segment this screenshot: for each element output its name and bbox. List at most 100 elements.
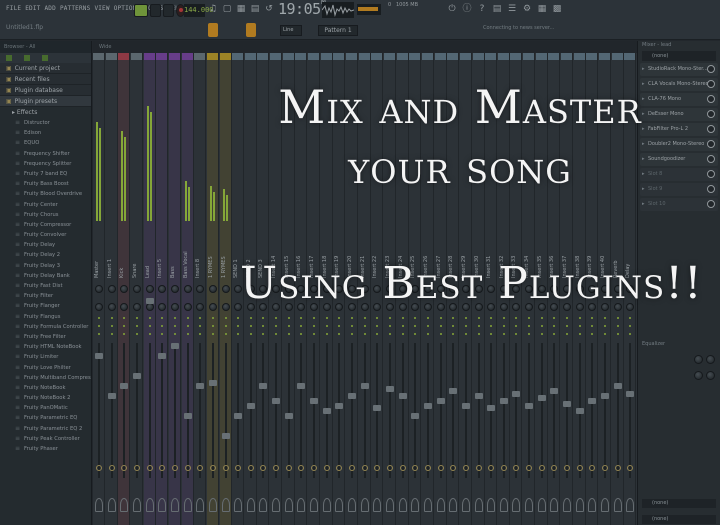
route-indicator[interactable] bbox=[540, 333, 543, 335]
route-indicator[interactable] bbox=[110, 333, 113, 335]
plugin-list-item[interactable]: Frequency Shifter bbox=[0, 149, 91, 159]
fx-slot-icon[interactable] bbox=[613, 498, 622, 512]
fx-slot-icon[interactable] bbox=[95, 498, 103, 512]
route-indicator[interactable] bbox=[287, 317, 290, 319]
send-switch[interactable] bbox=[121, 465, 128, 471]
plugin-list-item[interactable]: Edison bbox=[0, 128, 91, 138]
volume-fader[interactable] bbox=[208, 380, 217, 386]
plugin-list-item[interactable]: Fruity Delay 2 bbox=[0, 250, 91, 260]
route-indicator[interactable] bbox=[591, 325, 594, 327]
stereo-knob[interactable] bbox=[170, 303, 179, 311]
fx-slot-icon[interactable] bbox=[499, 498, 508, 512]
pan-knob[interactable] bbox=[132, 285, 141, 293]
fx-slot-icon[interactable] bbox=[297, 498, 306, 512]
send-switch[interactable] bbox=[526, 465, 533, 471]
menu-item[interactable]: VIEW bbox=[94, 5, 109, 12]
route-indicator[interactable] bbox=[502, 333, 505, 335]
info-icon[interactable]: ⓘ bbox=[462, 4, 472, 14]
piano-icon[interactable]: ▤ bbox=[492, 4, 502, 14]
volume-fader[interactable] bbox=[272, 398, 281, 404]
back-icon[interactable] bbox=[6, 55, 12, 61]
route-indicator[interactable] bbox=[540, 317, 543, 319]
plugin-list-item[interactable]: Fruity Delay 3 bbox=[0, 261, 91, 271]
folder-icon[interactable] bbox=[24, 55, 30, 61]
route-indicator[interactable] bbox=[161, 325, 164, 327]
mixer-track[interactable]: Master bbox=[93, 53, 105, 525]
fx-slot-icon[interactable] bbox=[373, 498, 382, 512]
volume-fader[interactable] bbox=[310, 398, 319, 404]
send-switch[interactable] bbox=[576, 465, 583, 471]
route-indicator[interactable] bbox=[591, 333, 594, 335]
tempo-display[interactable]: 144.000 bbox=[184, 4, 214, 17]
route-indicator[interactable] bbox=[199, 325, 202, 327]
loop-record-icon[interactable]: ↺ bbox=[264, 4, 274, 14]
route-indicator[interactable] bbox=[287, 333, 290, 335]
send-switch[interactable] bbox=[285, 465, 292, 471]
route-indicator[interactable] bbox=[287, 325, 290, 327]
send-switch[interactable] bbox=[450, 465, 457, 471]
stereo-knob[interactable] bbox=[221, 303, 230, 311]
route-indicator[interactable] bbox=[224, 333, 227, 335]
effect-mix-knob[interactable] bbox=[707, 80, 715, 88]
route-indicator[interactable] bbox=[110, 317, 113, 319]
stereo-knob[interactable] bbox=[95, 303, 103, 311]
plugin-list-item[interactable]: Fruity Chorus bbox=[0, 210, 91, 220]
volume-fader[interactable] bbox=[613, 383, 622, 389]
fx-slot-icon[interactable] bbox=[360, 498, 369, 512]
fx-slot-icon[interactable] bbox=[246, 498, 255, 512]
route-indicator[interactable] bbox=[135, 325, 138, 327]
route-indicator[interactable] bbox=[262, 317, 265, 319]
send-switch[interactable] bbox=[260, 465, 267, 471]
route-indicator[interactable] bbox=[477, 325, 480, 327]
route-indicator[interactable] bbox=[363, 333, 366, 335]
route-indicator[interactable] bbox=[426, 317, 429, 319]
mixer-view-label[interactable]: Wide bbox=[99, 44, 111, 50]
route-indicator[interactable] bbox=[616, 317, 619, 319]
pan-knob[interactable] bbox=[158, 285, 167, 293]
route-indicator[interactable] bbox=[515, 333, 518, 335]
plugin-list-item[interactable]: Distructor bbox=[0, 118, 91, 128]
volume-fader[interactable] bbox=[474, 393, 483, 399]
snap-select[interactable]: Line bbox=[280, 25, 302, 36]
wait-input-icon[interactable]: ▢ bbox=[222, 4, 232, 14]
output-select-1[interactable]: (none) bbox=[642, 499, 716, 508]
fx-slot-icon[interactable] bbox=[550, 498, 559, 512]
route-indicator[interactable] bbox=[338, 333, 341, 335]
stereo-knob[interactable] bbox=[132, 303, 141, 311]
fx-slot-icon[interactable] bbox=[385, 498, 394, 512]
route-indicator[interactable] bbox=[401, 317, 404, 319]
volume-fader[interactable] bbox=[196, 383, 205, 389]
route-indicator[interactable] bbox=[148, 325, 151, 327]
route-indicator[interactable] bbox=[237, 325, 240, 327]
power-icon[interactable]: ⏻ bbox=[447, 4, 457, 14]
route-indicator[interactable] bbox=[161, 317, 164, 319]
route-indicator[interactable] bbox=[490, 317, 493, 319]
plugin-list-item[interactable]: Fruity NoteBook bbox=[0, 383, 91, 393]
plugin-list-item[interactable]: Fruity Love Philter bbox=[0, 363, 91, 373]
fx-slot-icon[interactable] bbox=[272, 498, 281, 512]
send-switch[interactable] bbox=[133, 465, 140, 471]
effect-mix-knob[interactable] bbox=[707, 125, 715, 133]
send-switch[interactable] bbox=[589, 465, 596, 471]
mixer-track[interactable]: Snare bbox=[130, 53, 143, 525]
route-indicator[interactable] bbox=[414, 333, 417, 335]
fx-slot-icon[interactable] bbox=[487, 498, 496, 512]
browser-section[interactable]: ▣ Plugin database bbox=[0, 85, 91, 96]
plugin-list-item[interactable]: Fruity Flanger bbox=[0, 301, 91, 311]
volume-fader[interactable] bbox=[461, 403, 470, 409]
route-indicator[interactable] bbox=[123, 317, 126, 319]
route-indicator[interactable] bbox=[401, 325, 404, 327]
send-switch[interactable] bbox=[462, 465, 469, 471]
pan-knob[interactable] bbox=[95, 285, 103, 293]
volume-fader[interactable] bbox=[120, 383, 129, 389]
route-indicator[interactable] bbox=[325, 325, 328, 327]
eq-knob[interactable] bbox=[706, 355, 715, 364]
send-switch[interactable] bbox=[424, 465, 431, 471]
volume-fader[interactable] bbox=[145, 298, 154, 304]
send-switch[interactable] bbox=[538, 465, 545, 471]
route-indicator[interactable] bbox=[351, 333, 353, 335]
route-indicator[interactable] bbox=[186, 317, 189, 319]
volume-fader[interactable] bbox=[436, 398, 445, 404]
volume-fader[interactable] bbox=[575, 408, 584, 414]
volume-fader[interactable] bbox=[183, 413, 192, 419]
